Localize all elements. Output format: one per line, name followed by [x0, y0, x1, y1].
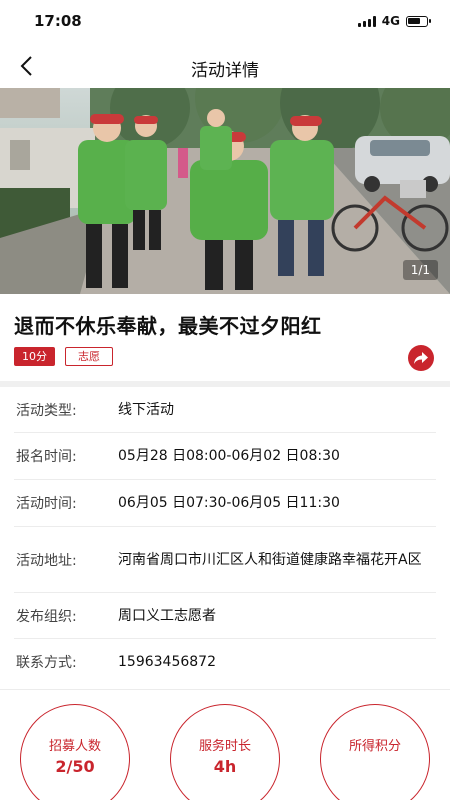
detail-row-activity-time: 活动时间: 06月05 日07:30-06月05 日11:30: [14, 480, 436, 527]
activity-photo[interactable]: 1/1: [0, 88, 450, 294]
stat-points-earned: 所得积分: [320, 704, 430, 800]
detail-row-type: 活动类型: 线下活动: [14, 387, 436, 433]
detail-value[interactable]: 河南省周口市川汇区人和街道健康路幸福花开A区: [118, 549, 436, 571]
battery-fill: [408, 17, 420, 24]
battery-icon: [406, 15, 431, 27]
stat-value: 4h: [213, 757, 237, 776]
detail-label: 活动地址:: [16, 552, 77, 569]
activity-details: 活动类型: 线下活动 报名时间: 05月28 日08:00-06月02 日08:…: [0, 387, 450, 685]
share-icon: [414, 352, 428, 364]
detail-row-signup-time: 报名时间: 05月28 日08:00-06月02 日08:30: [14, 433, 436, 480]
stat-value: 2/50: [55, 757, 95, 776]
share-button[interactable]: [408, 345, 434, 371]
detail-value: 06月05 日07:30-06月05 日11:30: [118, 495, 340, 511]
status-bar: 17:08 4G: [0, 0, 450, 44]
detail-value: 线下活动: [118, 401, 174, 418]
detail-label: 活动时间:: [16, 496, 77, 512]
page-title: 活动详情: [191, 61, 259, 81]
detail-value: 05月28 日08:00-06月02 日08:30: [118, 448, 340, 464]
activity-stats: 招募人数 2/50 服务时长 4h 所得积分: [0, 704, 450, 800]
status-indicators: 4G: [357, 14, 431, 28]
status-time: 17:08: [34, 12, 82, 30]
detail-value[interactable]: 15963456872: [118, 651, 436, 673]
stat-service-hours: 服务时长 4h: [170, 704, 280, 800]
activity-title: 退而不休乐奉献，最美不过夕阳红: [14, 314, 322, 338]
stats-divider: [0, 689, 450, 690]
photo-counter: 1/1: [402, 260, 438, 280]
stat-recruit-count: 招募人数 2/50: [20, 704, 130, 800]
nav-bar: 活动详情: [0, 44, 450, 88]
type-tag: 志愿: [65, 347, 113, 366]
detail-row-organization: 发布组织: 周口义工志愿者: [14, 593, 436, 639]
detail-row-address: 活动地址: 河南省周口市川汇区人和街道健康路幸福花开A区: [14, 527, 436, 593]
points-tag: 10分: [14, 347, 55, 366]
activity-tags: 10分 志愿: [14, 347, 113, 366]
detail-label: 报名时间:: [16, 449, 77, 465]
stat-label: 服务时长: [198, 739, 251, 754]
detail-label: 活动类型:: [16, 402, 77, 419]
stat-label: 所得积分: [348, 739, 401, 754]
photo-illustration: [0, 88, 450, 294]
detail-value: 周口义工志愿者: [118, 607, 216, 624]
detail-label: 发布组织:: [16, 608, 77, 625]
detail-label: 联系方式:: [16, 655, 77, 671]
network-label: 4G: [381, 14, 400, 28]
stat-label: 招募人数: [48, 739, 101, 754]
signal-icon: [357, 15, 376, 27]
detail-row-contact: 联系方式: 15963456872: [14, 639, 436, 685]
